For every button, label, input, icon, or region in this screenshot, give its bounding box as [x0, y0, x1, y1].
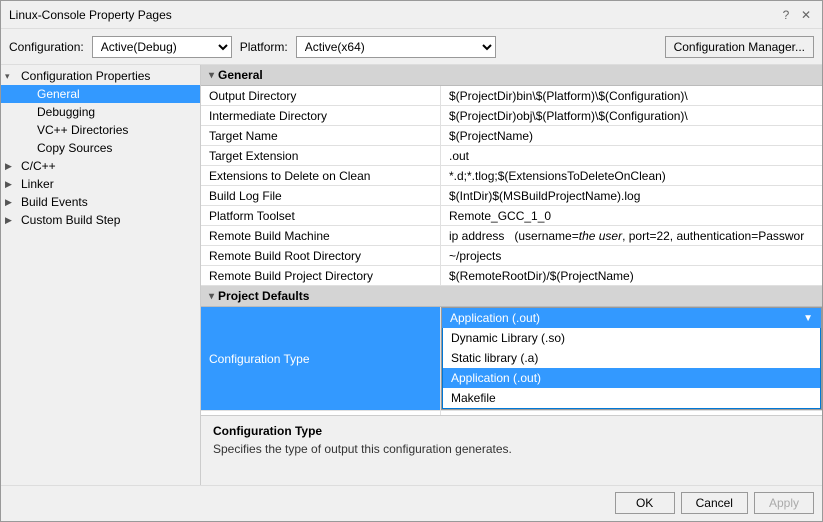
prop-name: Output Directory: [201, 86, 441, 105]
section-title: General: [218, 68, 263, 82]
expand-arrow: ▶: [5, 179, 21, 190]
prop-name: Remote Build Project Directory: [201, 266, 441, 285]
sidebar-item-label: C/C++: [21, 159, 56, 173]
platform-select[interactable]: Active(x64): [296, 36, 496, 58]
section-toggle-icon: ▾: [209, 70, 214, 81]
table-row[interactable]: Output Directory $(ProjectDir)bin\$(Plat…: [201, 86, 822, 106]
dropdown-selected-value: Application (.out): [450, 311, 540, 325]
sidebar-item-config-props[interactable]: ▾ Configuration Properties: [1, 67, 200, 85]
prop-name: Configuration Type: [201, 307, 441, 410]
sidebar-item-label: Configuration Properties: [21, 69, 150, 83]
dropdown-arrow-icon: ▼: [803, 313, 813, 324]
prop-name: Remote Build Root Directory: [201, 246, 441, 265]
sidebar-item-build-events[interactable]: ▶ Build Events: [1, 193, 200, 211]
sidebar-item-vc-dirs[interactable]: VC++ Directories: [1, 121, 200, 139]
dropdown-header[interactable]: Application (.out) ▼: [442, 308, 821, 328]
expand-arrow: ▶: [5, 161, 21, 172]
sidebar-item-linker[interactable]: ▶ Linker: [1, 175, 200, 193]
prop-name: Target Name: [201, 126, 441, 145]
sidebar: ▾ Configuration Properties General Debug…: [1, 65, 201, 485]
sidebar-item-label: General: [37, 87, 80, 101]
ok-button[interactable]: OK: [615, 492, 675, 514]
table-row[interactable]: Extensions to Delete on Clean *.d;*.tlog…: [201, 166, 822, 186]
table-row[interactable]: Platform Toolset Remote_GCC_1_0: [201, 206, 822, 226]
sidebar-item-copy-sources[interactable]: Copy Sources: [1, 139, 200, 157]
table-row[interactable]: Target Extension .out: [201, 146, 822, 166]
prop-name: Intermediate Directory: [201, 106, 441, 125]
sidebar-item-general[interactable]: General: [1, 85, 200, 103]
sidebar-item-label: Copy Sources: [37, 141, 112, 155]
bottom-bar: OK Cancel Apply: [1, 485, 822, 521]
prop-name: Build Log File: [201, 186, 441, 205]
prop-name: Remote Build Machine: [201, 226, 441, 245]
sidebar-item-debugging[interactable]: Debugging: [1, 103, 200, 121]
prop-name: Target Extension: [201, 146, 441, 165]
sidebar-item-label: VC++ Directories: [37, 123, 128, 137]
table-row[interactable]: Remote Build Root Directory ~/projects: [201, 246, 822, 266]
dropdown-option[interactable]: Makefile: [443, 388, 820, 408]
dropdown-option-selected[interactable]: Application (.out): [443, 368, 820, 388]
description-text: Specifies the type of output this config…: [213, 442, 810, 456]
description-title: Configuration Type: [213, 424, 810, 438]
prop-value: ~/projects: [441, 246, 822, 265]
prop-value: *.d;*.tlog;$(ExtensionsToDeleteOnClean): [441, 166, 822, 185]
expand-arrow: ▾: [5, 71, 21, 82]
sidebar-item-cpp[interactable]: ▶ C/C++: [1, 157, 200, 175]
config-select[interactable]: Active(Debug): [92, 36, 232, 58]
table-row[interactable]: Target Name $(ProjectName): [201, 126, 822, 146]
config-type-dropdown[interactable]: Application (.out) ▼ Dynamic Library (.s…: [441, 307, 822, 410]
table-row-config-type[interactable]: Configuration Type Application (.out) ▼ …: [201, 307, 822, 411]
sidebar-item-label: Debugging: [37, 105, 95, 119]
sidebar-item-label: Linker: [21, 177, 54, 191]
prop-value: ip address (username=the user, port=22, …: [441, 226, 822, 245]
title-controls: ? ✕: [778, 7, 814, 23]
window-title: Linux-Console Property Pages: [9, 8, 172, 22]
section-title: Project Defaults: [218, 289, 309, 303]
main-window: Linux-Console Property Pages ? ✕ Configu…: [0, 0, 823, 522]
sidebar-item-label: Build Events: [21, 195, 88, 209]
toolbar: Configuration: Active(Debug) Platform: A…: [1, 29, 822, 65]
prop-name: Extensions to Delete on Clean: [201, 166, 441, 185]
dropdown-options-list: Dynamic Library (.so) Static library (.a…: [442, 328, 821, 409]
config-manager-button[interactable]: Configuration Manager...: [665, 36, 814, 58]
prop-value: $(ProjectName): [441, 126, 822, 145]
expand-arrow: ▶: [5, 215, 21, 226]
main-panel: ▾ General Output Directory $(ProjectDir)…: [201, 65, 822, 485]
table-row[interactable]: Remote Build Machine ip address (usernam…: [201, 226, 822, 246]
sidebar-item-label: Custom Build Step: [21, 213, 120, 227]
table-row[interactable]: Intermediate Directory $(ProjectDir)obj\…: [201, 106, 822, 126]
sidebar-item-custom-build[interactable]: ▶ Custom Build Step: [1, 211, 200, 229]
help-button[interactable]: ?: [778, 7, 794, 23]
content-area: ▾ Configuration Properties General Debug…: [1, 65, 822, 485]
expand-arrow: ▶: [5, 197, 21, 208]
apply-button[interactable]: Apply: [754, 492, 814, 514]
prop-value: $(ProjectDir)obj\$(Platform)\$(Configura…: [441, 106, 822, 125]
section-toggle-icon: ▾: [209, 291, 214, 302]
properties-table: ▾ General Output Directory $(ProjectDir)…: [201, 65, 822, 415]
table-row[interactable]: Remote Build Project Directory $(RemoteR…: [201, 266, 822, 286]
prop-name: Platform Toolset: [201, 206, 441, 225]
prop-value: Application (.out) ▼ Dynamic Library (.s…: [441, 307, 822, 410]
dropdown-option[interactable]: Dynamic Library (.so): [443, 328, 820, 348]
title-bar: Linux-Console Property Pages ? ✕: [1, 1, 822, 29]
prop-value: $(RemoteRootDir)/$(ProjectName): [441, 266, 822, 285]
close-button[interactable]: ✕: [798, 7, 814, 23]
prop-value: $(ProjectDir)bin\$(Platform)\$(Configura…: [441, 86, 822, 105]
table-row[interactable]: Build Log File $(IntDir)$(MSBuildProject…: [201, 186, 822, 206]
dropdown-option[interactable]: Static library (.a): [443, 348, 820, 368]
config-label: Configuration:: [9, 40, 84, 54]
general-section-header[interactable]: ▾ General: [201, 65, 822, 86]
description-panel: Configuration Type Specifies the type of…: [201, 415, 822, 485]
prop-value: Remote_GCC_1_0: [441, 206, 822, 225]
prop-value: .out: [441, 146, 822, 165]
prop-value: $(IntDir)$(MSBuildProjectName).log: [441, 186, 822, 205]
cancel-button[interactable]: Cancel: [681, 492, 748, 514]
platform-label: Platform:: [240, 40, 288, 54]
project-defaults-section-header[interactable]: ▾ Project Defaults: [201, 286, 822, 307]
